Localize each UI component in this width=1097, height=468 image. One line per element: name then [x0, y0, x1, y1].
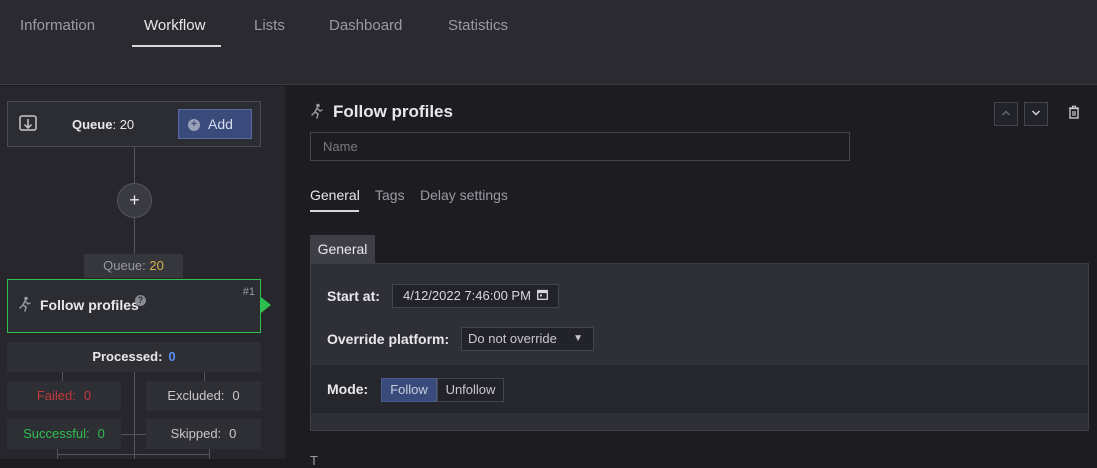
follow-profiles-step[interactable]: Follow profiles ? #1 — [7, 279, 261, 333]
move-up-button[interactable] — [994, 102, 1018, 126]
chevron-down-icon — [1032, 110, 1040, 116]
add-button[interactable]: + Add — [178, 109, 252, 139]
start-at-label: Start at: — [327, 288, 380, 304]
start-at-datetime-input[interactable]: 4/12/2022 7:46:00 PM — [392, 284, 559, 308]
subtab-general[interactable]: General — [310, 187, 360, 203]
top-navigation: Information Workflow Lists Dashboard Sta… — [0, 0, 1097, 85]
successful-stat[interactable]: Successful: 0 — [7, 419, 121, 449]
skipped-stat[interactable]: Skipped: 0 — [146, 419, 261, 449]
mode-row: Mode: Follow Unfollow — [311, 365, 1088, 413]
subtab-tags[interactable]: Tags — [375, 187, 405, 203]
step-queue-tag: Queue: 20 — [84, 254, 183, 278]
mode-label: Mode: — [327, 381, 369, 397]
active-tab-indicator — [132, 45, 221, 47]
override-platform-select[interactable]: Do not override ▼ — [461, 327, 594, 351]
help-icon[interactable]: ? — [135, 295, 146, 306]
connector-line — [134, 147, 135, 183]
tab-workflow[interactable]: Workflow — [144, 17, 205, 34]
plus-icon: + — [188, 119, 200, 131]
caret-down-icon: ▼ — [573, 333, 583, 344]
detail-title: Follow profiles — [333, 102, 453, 121]
selected-arrow-icon — [261, 297, 271, 313]
name-input[interactable] — [310, 132, 850, 161]
connector-line — [57, 454, 210, 455]
chevron-up-icon — [1002, 110, 1010, 116]
step-number: #1 — [242, 286, 255, 298]
runner-icon — [310, 103, 324, 122]
add-step-button[interactable]: + — [117, 183, 152, 218]
connector-line — [121, 434, 146, 435]
tab-dashboard[interactable]: Dashboard — [329, 17, 402, 34]
download-icon — [18, 114, 38, 134]
subtab-delay-settings[interactable]: Delay settings — [420, 187, 508, 203]
override-platform-label: Override platform: — [327, 331, 450, 347]
active-subtab-indicator — [310, 210, 359, 212]
trash-icon[interactable] — [1068, 105, 1082, 121]
queue-node[interactable]: Queue: 20 + Add — [7, 101, 261, 147]
step-title: Follow profiles — [40, 297, 139, 313]
mode-unfollow-option[interactable]: Unfollow — [437, 378, 504, 402]
general-settings-panel: Start at: 4/12/2022 7:46:00 PM Override … — [310, 263, 1089, 431]
move-down-button[interactable] — [1024, 102, 1048, 126]
excluded-stat[interactable]: Excluded: 0 — [146, 381, 261, 411]
calendar-icon[interactable] — [537, 285, 548, 307]
next-section-label: T — [310, 453, 318, 468]
step-detail-panel: Follow profiles General Tags Delay setti… — [285, 86, 1097, 468]
tab-lists[interactable]: Lists — [254, 17, 285, 34]
workflow-canvas: Queue: 20 + Add + Queue: 20 Follow profi… — [0, 86, 285, 459]
tab-statistics[interactable]: Statistics — [448, 17, 508, 34]
mode-follow-option[interactable]: Follow — [381, 378, 437, 402]
connector-line — [204, 372, 205, 381]
runner-icon — [18, 296, 32, 315]
connector-line — [134, 372, 135, 459]
processed-stat: Processed: 0 — [7, 342, 261, 372]
tab-information[interactable]: Information — [20, 17, 95, 34]
section-tab-general[interactable]: General — [310, 235, 375, 264]
failed-stat[interactable]: Failed: 0 — [7, 381, 121, 411]
connector-line — [62, 372, 63, 381]
queue-count: Queue: 20 — [72, 117, 135, 132]
connector-line — [134, 218, 135, 254]
